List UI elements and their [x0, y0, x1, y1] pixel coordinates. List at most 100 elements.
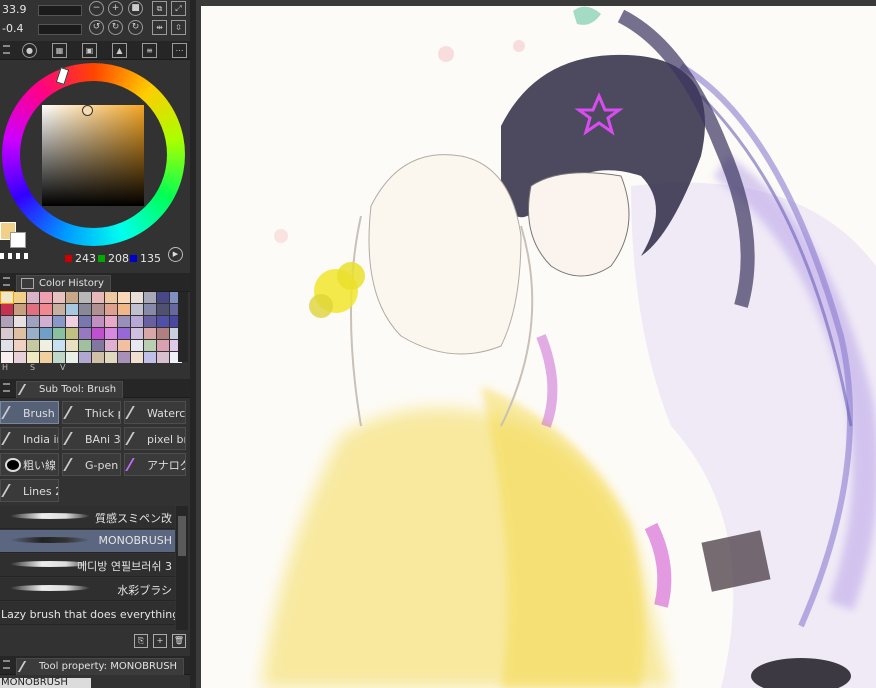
sv-picker-marker[interactable] — [82, 105, 93, 116]
history-swatch[interactable] — [157, 340, 169, 351]
history-swatch[interactable] — [27, 292, 39, 303]
history-swatch[interactable] — [131, 304, 143, 315]
tab-tool-property[interactable]: Tool property: MONOBRUSH — [16, 658, 185, 675]
color-slider-tab-icon[interactable]: ≡ — [142, 43, 157, 58]
sub-color-swatch[interactable] — [10, 232, 26, 248]
history-swatch[interactable] — [79, 292, 91, 303]
history-swatch[interactable] — [14, 328, 26, 339]
history-swatch[interactable] — [14, 340, 26, 351]
history-swatch[interactable] — [105, 352, 117, 363]
history-swatch[interactable] — [79, 340, 91, 351]
history-swatch[interactable] — [131, 328, 143, 339]
history-swatch[interactable] — [105, 328, 117, 339]
panel-grip-icon[interactable] — [3, 45, 10, 54]
history-swatch[interactable] — [53, 292, 65, 303]
intermediate-color-tab-icon[interactable]: ▣ — [82, 43, 97, 58]
tab-v[interactable]: V — [60, 363, 65, 372]
history-swatch[interactable] — [14, 304, 26, 315]
history-swatch[interactable] — [92, 316, 104, 327]
history-swatch[interactable] — [92, 340, 104, 351]
tab-sub-tool[interactable]: Sub Tool: Brush — [16, 381, 124, 398]
history-swatch[interactable] — [40, 352, 52, 363]
drawing-canvas[interactable] — [201, 6, 876, 688]
history-swatch[interactable] — [66, 316, 78, 327]
history-swatch[interactable] — [66, 328, 78, 339]
subtool-lines[interactable]: Lines 2 — [0, 479, 59, 502]
history-swatch[interactable] — [40, 316, 52, 327]
history-swatch[interactable] — [144, 352, 156, 363]
history-swatch[interactable] — [144, 316, 156, 327]
history-swatch[interactable] — [79, 328, 91, 339]
fit-screen-icon[interactable]: ⤢ — [171, 1, 186, 16]
list-item[interactable]: Lazy brush that does everything/主ii — [0, 602, 175, 625]
history-swatch[interactable] — [27, 352, 39, 363]
history-swatch[interactable] — [14, 316, 26, 327]
history-swatch[interactable] — [157, 292, 169, 303]
rotate-right-icon[interactable]: ↻ — [108, 20, 123, 35]
history-swatch[interactable] — [79, 352, 91, 363]
history-swatch[interactable] — [1, 304, 13, 315]
history-swatch[interactable] — [105, 304, 117, 315]
history-swatch[interactable] — [92, 292, 104, 303]
fit-window-icon[interactable]: ⧉ — [152, 1, 167, 16]
zoom-in-icon[interactable]: + — [108, 1, 123, 16]
zoom-out-icon[interactable]: − — [89, 1, 104, 16]
color-history-scrollbar[interactable] — [178, 292, 188, 362]
subtool-brush[interactable]: Brush I — [0, 401, 59, 424]
rotate-slider[interactable] — [38, 24, 82, 35]
subtool-bani[interactable]: BAni 3 — [62, 427, 121, 450]
color-wheel-tab-icon[interactable]: ● — [22, 43, 37, 58]
history-swatch[interactable] — [131, 340, 143, 351]
history-swatch[interactable] — [157, 352, 169, 363]
history-swatch[interactable] — [1, 340, 13, 351]
subtool-analog[interactable]: アナログ — [124, 453, 186, 476]
history-swatch[interactable] — [1, 316, 13, 327]
history-swatch[interactable] — [118, 340, 130, 351]
history-swatch[interactable] — [144, 292, 156, 303]
history-swatch[interactable] — [27, 340, 39, 351]
brush-size-slider[interactable] — [38, 5, 82, 16]
saturation-value-square[interactable] — [42, 105, 144, 206]
history-swatch[interactable] — [27, 328, 39, 339]
subtool-rough-line[interactable]: 粗い線 — [0, 453, 59, 476]
history-swatch[interactable] — [144, 340, 156, 351]
history-swatch[interactable] — [118, 292, 130, 303]
history-swatch[interactable] — [53, 316, 65, 327]
transparent-color-swatch[interactable] — [0, 253, 30, 259]
panel-grip-icon[interactable] — [3, 383, 10, 392]
approx-color-tab-icon[interactable]: ▲ — [112, 43, 127, 58]
rotate-value[interactable]: -0.4 — [2, 22, 23, 35]
history-swatch[interactable] — [157, 316, 169, 327]
history-swatch[interactable] — [40, 328, 52, 339]
color-extra-tab-icon[interactable]: ⋯ — [172, 43, 187, 58]
history-swatch[interactable] — [53, 328, 65, 339]
history-swatch[interactable] — [40, 292, 52, 303]
trash-icon[interactable]: 🗑 — [172, 634, 186, 648]
history-swatch[interactable] — [27, 304, 39, 315]
history-swatch[interactable] — [79, 316, 91, 327]
tab-color-history[interactable]: Color History — [16, 275, 111, 292]
history-swatch[interactable] — [92, 304, 104, 315]
subtool-pixel-brush[interactable]: pixel bri — [124, 427, 186, 450]
history-swatch[interactable] — [14, 292, 26, 303]
list-item[interactable]: 水彩ブラシ — [0, 578, 175, 601]
history-swatch[interactable] — [53, 340, 65, 351]
history-swatch[interactable] — [66, 292, 78, 303]
panel-grip-icon[interactable] — [3, 277, 10, 286]
history-swatch[interactable] — [1, 328, 13, 339]
subtool-watercolor[interactable]: Waterc — [124, 401, 186, 424]
history-swatch[interactable] — [27, 316, 39, 327]
history-swatch[interactable] — [66, 304, 78, 315]
history-swatch[interactable] — [118, 304, 130, 315]
subtool-g-pen[interactable]: G-pen — [62, 453, 121, 476]
reset-rotation-icon[interactable]: ↻ — [128, 20, 143, 35]
panel-grip-icon[interactable] — [3, 660, 10, 669]
history-swatch[interactable] — [131, 316, 143, 327]
history-swatch[interactable] — [144, 328, 156, 339]
brush-list-scroll-thumb[interactable] — [178, 516, 186, 556]
history-swatch[interactable] — [53, 304, 65, 315]
history-swatch[interactable] — [92, 328, 104, 339]
copy-subtool-icon[interactable]: ⎘ — [134, 634, 148, 648]
history-swatch[interactable] — [131, 352, 143, 363]
history-swatch[interactable] — [66, 340, 78, 351]
